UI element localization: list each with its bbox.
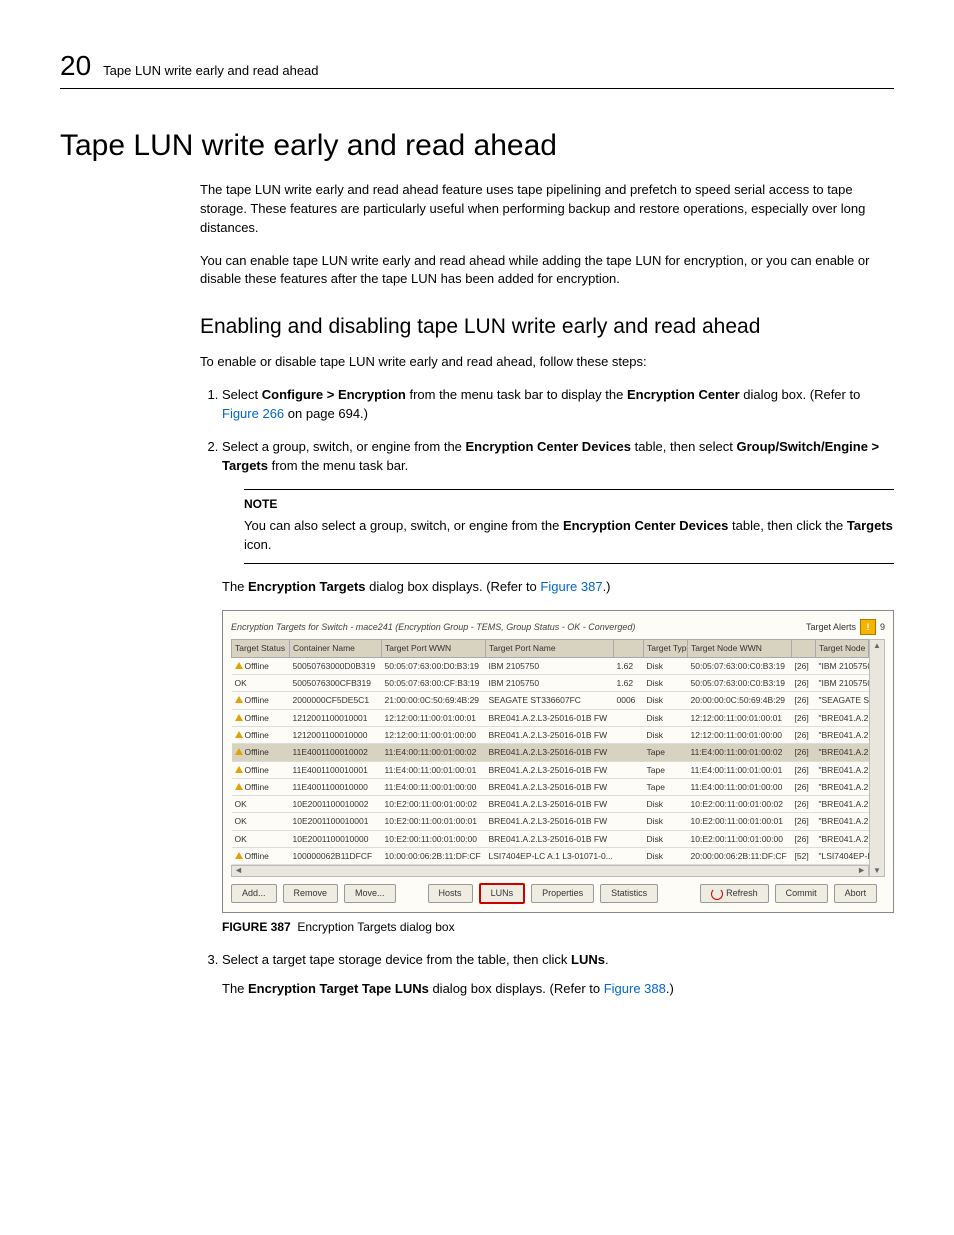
table-row[interactable]: Offline50050763000D0B31950:05:07:63:00:D… bbox=[232, 657, 869, 674]
column-header[interactable] bbox=[614, 640, 644, 657]
alert-icon: ! bbox=[860, 619, 876, 635]
step-2: Select a group, switch, or engine from t… bbox=[222, 438, 894, 937]
abort-button[interactable]: Abort bbox=[834, 884, 878, 903]
warning-icon bbox=[235, 714, 243, 721]
column-header[interactable]: Target Port WWN bbox=[382, 640, 486, 657]
steps-list: Select Configure > Encryption from the m… bbox=[200, 386, 894, 998]
table-row[interactable]: Offline121200110001000012:12:00:11:00:01… bbox=[232, 726, 869, 743]
remove-button[interactable]: Remove bbox=[283, 884, 339, 903]
table-row[interactable]: Offline2000000CF5DE5C121:00:00:0C:50:69:… bbox=[232, 692, 869, 709]
vertical-scrollbar[interactable]: ▲▼ bbox=[869, 639, 885, 877]
warning-icon bbox=[235, 731, 243, 738]
table-row[interactable]: Offline100000062B11DFCF10:00:00:06:2B:11… bbox=[232, 848, 869, 865]
note-label: NOTE bbox=[244, 496, 894, 513]
figure-387-link[interactable]: Figure 387 bbox=[540, 579, 602, 594]
targets-table[interactable]: Target StatusContainer NameTarget Port W… bbox=[231, 639, 869, 865]
table-row[interactable]: Offline11E400110001000211:E4:00:11:00:01… bbox=[232, 744, 869, 761]
page-header: 20 Tape LUN write early and read ahead bbox=[60, 50, 894, 89]
move-button[interactable]: Move... bbox=[344, 884, 396, 903]
column-header[interactable]: Target Status bbox=[232, 640, 290, 657]
note-block: NOTE You can also select a group, switch… bbox=[244, 489, 894, 563]
figure-387: Encryption Targets for Switch - mace241 … bbox=[222, 610, 894, 937]
warning-icon bbox=[235, 783, 243, 790]
dialog-button-row: Add... Remove Move... Hosts LUNs Propert… bbox=[231, 883, 885, 904]
warning-icon bbox=[235, 852, 243, 859]
step-1: Select Configure > Encryption from the m… bbox=[222, 386, 894, 424]
properties-button[interactable]: Properties bbox=[531, 884, 594, 903]
warning-icon bbox=[235, 696, 243, 703]
hosts-button[interactable]: Hosts bbox=[428, 884, 473, 903]
add-button[interactable]: Add... bbox=[231, 884, 277, 903]
dialog-screenshot: Encryption Targets for Switch - mace241 … bbox=[222, 610, 894, 913]
intro-para-1: The tape LUN write early and read ahead … bbox=[200, 181, 894, 238]
table-row[interactable]: OK10E200110001000110:E2:00:11:00:01:00:0… bbox=[232, 813, 869, 830]
figure-caption: FIGURE 387 Encryption Targets dialog box bbox=[222, 919, 894, 936]
commit-button[interactable]: Commit bbox=[775, 884, 828, 903]
step-3: Select a target tape storage device from… bbox=[222, 951, 894, 999]
figure-388-link[interactable]: Figure 388 bbox=[604, 981, 666, 996]
page-number: 20 bbox=[60, 50, 91, 82]
table-row[interactable]: Offline11E400110001000111:E4:00:11:00:01… bbox=[232, 761, 869, 778]
warning-icon bbox=[235, 766, 243, 773]
table-row[interactable]: OK10E200110001000210:E2:00:11:00:01:00:0… bbox=[232, 796, 869, 813]
note-text: You can also select a group, switch, or … bbox=[244, 517, 894, 555]
luns-button[interactable]: LUNs bbox=[479, 883, 526, 904]
section-title: Tape LUN write early and read ahead bbox=[60, 129, 894, 163]
warning-icon bbox=[235, 748, 243, 755]
table-row[interactable]: Offline121200110001000112:12:00:11:00:01… bbox=[232, 709, 869, 726]
horizontal-scrollbar[interactable] bbox=[231, 865, 869, 877]
column-header[interactable] bbox=[792, 640, 816, 657]
column-header[interactable]: Target Node WWN bbox=[688, 640, 792, 657]
subsection-intro: To enable or disable tape LUN write earl… bbox=[200, 353, 894, 372]
intro-para-2: You can enable tape LUN write early and … bbox=[200, 252, 894, 290]
statistics-button[interactable]: Statistics bbox=[600, 884, 658, 903]
table-row[interactable]: Offline11E400110001000011:E4:00:11:00:01… bbox=[232, 778, 869, 795]
table-row[interactable]: OK10E200110001000010:E2:00:11:00:01:00:0… bbox=[232, 830, 869, 847]
column-header[interactable]: Target Port Name bbox=[486, 640, 614, 657]
column-header[interactable]: Target Node Name bbox=[816, 640, 869, 657]
target-alerts: Target Alerts ! 9 bbox=[806, 619, 885, 635]
column-header[interactable]: Container Name bbox=[290, 640, 382, 657]
running-title: Tape LUN write early and read ahead bbox=[103, 63, 318, 78]
subsection-title: Enabling and disabling tape LUN write ea… bbox=[200, 315, 894, 339]
warning-icon bbox=[235, 662, 243, 669]
refresh-button[interactable]: Refresh bbox=[700, 884, 769, 903]
after-note-text: The Encryption Targets dialog box displa… bbox=[222, 578, 894, 597]
figure-266-link[interactable]: Figure 266 bbox=[222, 406, 284, 421]
dialog-title: Encryption Targets for Switch - mace241 … bbox=[231, 621, 635, 634]
refresh-icon bbox=[711, 888, 723, 900]
column-header[interactable]: Target Type bbox=[644, 640, 688, 657]
table-row[interactable]: OK5005076300CFB31950:05:07:63:00:CF:B3:1… bbox=[232, 674, 869, 691]
